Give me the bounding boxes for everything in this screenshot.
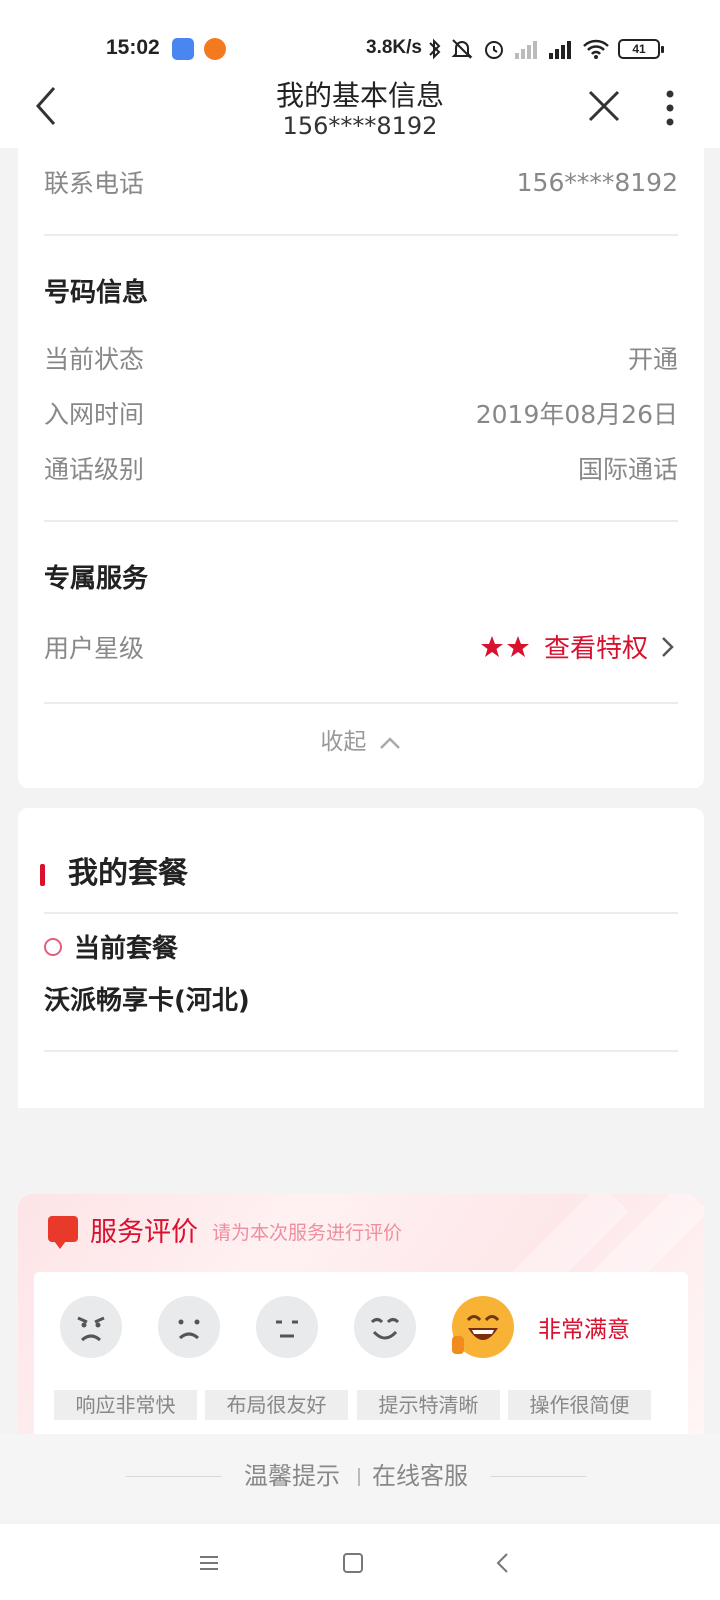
- view-privilege-label: 查看特权: [543, 634, 648, 664]
- join-date-label: 入网时间: [44, 400, 145, 429]
- online-service-link[interactable]: 在线客服: [372, 1456, 468, 1491]
- alarm-icon: [482, 37, 506, 61]
- separator: [358, 1468, 360, 1486]
- call-level-row: 通话级别 国际通话: [44, 450, 678, 486]
- battery-icon: 41: [618, 39, 664, 59]
- star-rating: [480, 635, 530, 659]
- star-icon: [480, 635, 503, 657]
- chevron-up-icon: [379, 736, 400, 749]
- system-nav-bar: [0, 1524, 720, 1600]
- collapse-label: 收起: [320, 729, 367, 755]
- call-level-label: 通话级别: [44, 455, 145, 484]
- chevron-left-icon: [496, 1553, 508, 1573]
- star-icon: [506, 635, 529, 657]
- contact-phone-label: 联系电话: [44, 169, 145, 198]
- star-level-label: 用户星级: [44, 633, 145, 663]
- angry-face-icon[interactable]: [60, 1296, 122, 1358]
- sad-face-icon[interactable]: [158, 1296, 220, 1358]
- warm-tips-link[interactable]: 温馨提示: [244, 1456, 340, 1491]
- evaluation-tag[interactable]: 布局很友好: [205, 1390, 348, 1420]
- view-privilege-link[interactable]: 查看特权: [480, 628, 678, 665]
- service-evaluation: 服务评价 请为本次服务进行评价 非常满意 响应非常快 布局很友好 提示特清晰 操…: [18, 1194, 704, 1434]
- join-date-row: 入网时间 2019年08月26日: [44, 395, 678, 431]
- signal-icon: [514, 39, 540, 59]
- divider: [44, 234, 678, 236]
- status-value: 开通: [627, 345, 678, 374]
- status-time: 15:02: [106, 36, 160, 59]
- evaluation-title: 服务评价: [90, 1217, 198, 1248]
- evaluation-tag[interactable]: 提示特清晰: [357, 1390, 500, 1420]
- contact-phone-row: 联系电话 156****8192: [44, 164, 678, 200]
- menu-icon: [200, 1556, 218, 1570]
- evaluation-tag[interactable]: 操作很简便: [508, 1390, 651, 1420]
- call-level-value: 国际通话: [577, 455, 678, 484]
- more-vertical-icon: [666, 90, 674, 126]
- evaluation-panel: 非常满意 响应非常快 布局很友好 提示特清晰 操作很简便: [34, 1272, 688, 1434]
- rating-label: 非常满意: [538, 1317, 630, 1343]
- contact-phone-value: 156****8192: [516, 167, 678, 197]
- evaluation-tag[interactable]: 响应非常快: [54, 1390, 197, 1420]
- divider: [44, 1050, 678, 1052]
- basic-info-card: 联系电话 156****8192 号码信息 当前状态 开通 入网时间 2019年…: [18, 148, 704, 788]
- evaluation-hint: 请为本次服务进行评价: [212, 1222, 403, 1244]
- chat-icon: [48, 1216, 78, 1249]
- signal-icon: [548, 39, 574, 59]
- home-square-icon: [343, 1553, 363, 1573]
- join-date-value: 2019年08月26日: [475, 400, 678, 429]
- nav-back-button[interactable]: [488, 1548, 518, 1578]
- package-card: 我的套餐 当前套餐 沃派畅享卡(河北): [18, 808, 704, 1108]
- section-marker: [40, 864, 45, 886]
- neutral-face-icon[interactable]: [256, 1296, 318, 1358]
- status-row: 当前状态 开通: [44, 340, 678, 376]
- footer-tips: 温馨提示 在线客服: [0, 1434, 720, 1520]
- divider: [44, 520, 678, 522]
- exclusive-service-title: 专属服务: [44, 564, 149, 594]
- chevron-right-icon: [662, 636, 674, 657]
- close-button[interactable]: [584, 86, 624, 126]
- laughing-face-icon[interactable]: [452, 1296, 514, 1358]
- smile-face-icon[interactable]: [354, 1296, 416, 1358]
- collapse-button[interactable]: 收起: [18, 722, 704, 756]
- close-icon: [588, 90, 620, 122]
- current-package-label: 当前套餐: [74, 934, 179, 964]
- mute-icon: [450, 37, 474, 61]
- number-info-title: 号码信息: [44, 278, 149, 308]
- divider: [44, 702, 678, 704]
- status-label: 当前状态: [44, 345, 145, 374]
- home-button[interactable]: [338, 1548, 368, 1578]
- wifi-icon: [582, 38, 610, 60]
- more-button[interactable]: [660, 86, 680, 130]
- app-notification-icon: [204, 38, 226, 60]
- circle-icon: [44, 938, 62, 956]
- star-level-row: 用户星级 查看特权: [44, 628, 678, 665]
- current-package-name: 沃派畅享卡(河北): [44, 986, 250, 1016]
- app-notification-icon: [172, 38, 194, 60]
- network-speed: 3.8K/s: [366, 37, 422, 58]
- status-icons: 41: [428, 36, 664, 62]
- package-title: 我的套餐: [68, 856, 188, 891]
- divider: [490, 1476, 586, 1477]
- divider: [44, 912, 678, 914]
- page-header: 我的基本信息 156****8192: [0, 68, 720, 148]
- menu-button[interactable]: [194, 1548, 224, 1578]
- divider: [126, 1476, 222, 1477]
- bluetooth-icon: [428, 37, 442, 61]
